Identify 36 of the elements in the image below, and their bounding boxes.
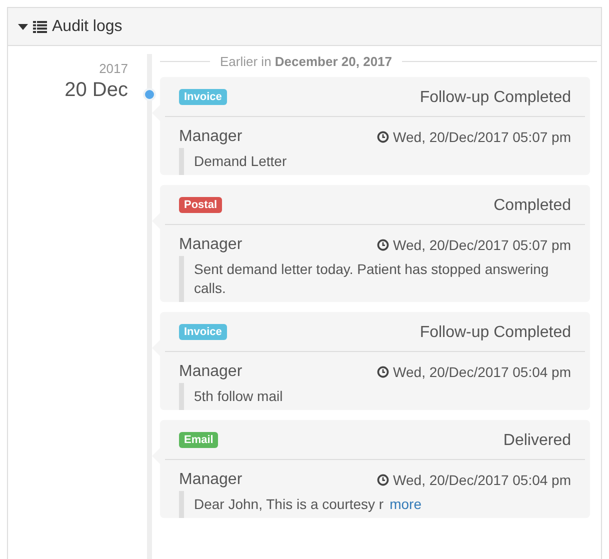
quote-bar (179, 148, 184, 175)
type-tag: Email (179, 432, 218, 448)
note-text: 5th follow mail (194, 387, 284, 406)
clock-icon (377, 474, 390, 486)
author-name: Manager (179, 363, 242, 381)
year-label: 2017 (98, 61, 128, 76)
timestamp: Wed, 20/Dec/2017 05:07 pm (393, 237, 571, 253)
status-text: Completed (494, 197, 571, 215)
type-tag: Invoice (179, 89, 227, 105)
panel-title: Audit logs (52, 18, 122, 36)
timestamp: Wed, 20/Dec/2017 05:04 pm (393, 472, 571, 488)
type-tag: Invoice (179, 324, 227, 340)
list-icon (33, 20, 47, 32)
quote-bar (179, 256, 184, 302)
clock-icon (377, 239, 390, 251)
more-link[interactable]: more (390, 496, 422, 512)
note-text: Demand Letter (194, 152, 288, 171)
status-text: Follow-up Completed (420, 89, 571, 107)
day-label: 20 Dec (64, 79, 128, 102)
caret-icon (18, 24, 28, 30)
note-text: Dear John, This is a courtesy r more (194, 495, 423, 514)
panel-header[interactable]: Audit logs (8, 8, 601, 46)
quote-bar (179, 491, 184, 518)
clock-icon (377, 366, 390, 378)
status-text: Follow-up Completed (420, 324, 571, 342)
quote-bar (179, 383, 184, 410)
date-divider-label: Earlier in December 20, 2017 (220, 54, 392, 68)
author-name: Manager (179, 128, 242, 146)
timestamp: Wed, 20/Dec/2017 05:07 pm (393, 129, 571, 145)
author-name: Manager (179, 471, 242, 489)
author-name: Manager (179, 236, 242, 254)
type-tag: Postal (179, 197, 222, 213)
timestamp: Wed, 20/Dec/2017 05:04 pm (393, 364, 571, 380)
status-text: Delivered (503, 432, 571, 450)
clock-icon (377, 131, 390, 143)
note-text: Sent demand letter today. Patient has stopped answering calls. (194, 260, 550, 298)
